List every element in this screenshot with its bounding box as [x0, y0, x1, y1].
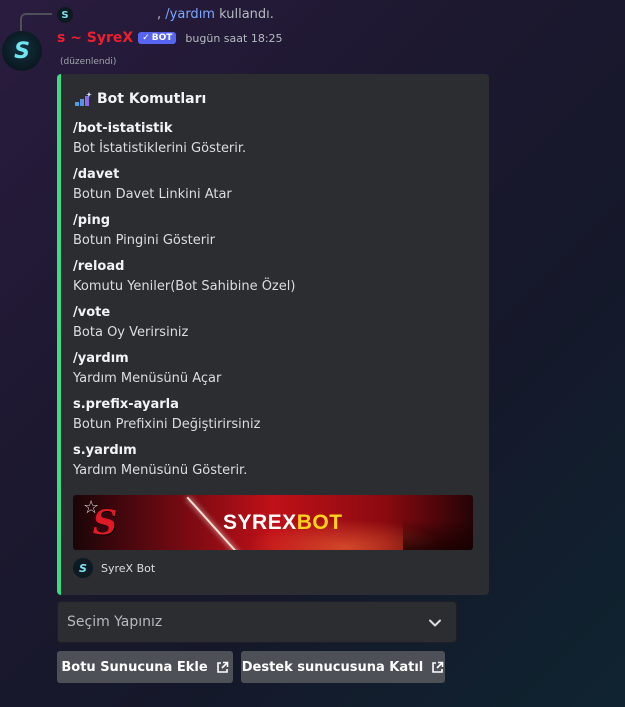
bot-badge: ✓ BOT — [138, 32, 177, 44]
sparkle-stairs-icon — [75, 92, 92, 106]
embed-footer: S SyreX Bot — [73, 558, 155, 578]
reply-suffix: kullandı. — [219, 7, 274, 22]
field-name: /reload — [73, 259, 125, 274]
embed-title-text: Bot Komutları — [97, 91, 207, 107]
field-name: /vote — [73, 305, 111, 320]
reply-command[interactable]: /yardım — [165, 7, 215, 22]
check-icon: ✓ — [142, 33, 150, 43]
footer-icon: S — [73, 558, 93, 578]
embed-field: /davet Botun Davet Linkini Atar — [73, 167, 232, 203]
field-name: /yardım — [73, 351, 129, 366]
external-link-icon — [216, 661, 228, 673]
embed: Bot Komutları /bot-istatistik Bot İstati… — [57, 74, 489, 595]
reply-avatar[interactable]: S — [57, 7, 73, 23]
field-name: s.prefix-ayarla — [73, 397, 179, 412]
field-value: Komutu Yeniler(Bot Sahibine Özel) — [73, 279, 296, 294]
embed-field: s.prefix-ayarla Botun Prefixini Değiştir… — [73, 397, 260, 433]
field-value: Botun Prefixini Değiştirirsiniz — [73, 417, 261, 432]
field-name: s.yardım — [73, 443, 137, 458]
reply-context: , /yardım kullandı. — [157, 7, 274, 22]
join-support-button[interactable]: Destek sunucusuna Katıl — [241, 651, 445, 683]
banner-text-accent: BOT — [296, 511, 343, 534]
field-value: Botun Davet Linkini Atar — [73, 187, 232, 202]
username[interactable]: s ~ SyreX — [57, 30, 133, 46]
banner-logo: S — [92, 503, 118, 543]
field-name: /bot-istatistik — [73, 121, 173, 136]
edited-label: (düzenlendi) — [60, 57, 117, 67]
select-menu[interactable]: Seçim Yapınız — [57, 601, 457, 643]
embed-field: /ping Botun Pingini Gösterir — [73, 213, 215, 249]
bot-badge-label: BOT — [151, 33, 173, 43]
reply-connector — [20, 13, 52, 31]
select-placeholder: Seçim Yapınız — [67, 614, 163, 630]
banner-text: SYREXBOT — [223, 511, 343, 535]
embed-field: /reload Komutu Yeniler(Bot Sahibine Özel… — [73, 259, 295, 295]
embed-title: Bot Komutları — [73, 91, 206, 107]
field-value: Botun Pingini Gösterir — [73, 233, 216, 248]
external-link-icon — [432, 661, 444, 673]
embed-field: /yardım Yardım Menüsünü Açar — [73, 351, 221, 387]
footer-text: SyreX Bot — [101, 561, 156, 575]
avatar[interactable]: S — [2, 31, 42, 71]
banner-text-main: SYREX — [223, 511, 297, 534]
message-header: s ~ SyreX ✓ BOT bugün saat 18:25 — [57, 30, 283, 46]
timestamp[interactable]: bugün saat 18:25 — [185, 32, 282, 45]
field-value: Bota Oy Verirsiniz — [73, 325, 189, 340]
banner-trees — [403, 520, 473, 550]
join-support-button-label: Destek sunucusuna Katıl — [241, 659, 424, 675]
add-bot-button-label: Botu Sunucuna Ekle — [61, 659, 208, 675]
embed-field: /bot-istatistik Bot İstatistiklerini Gös… — [73, 121, 246, 157]
field-value: Yardım Menüsünü Gösterir. — [73, 463, 248, 478]
embed-field: s.yardım Yardım Menüsünü Gösterir. — [73, 443, 247, 479]
field-value: Bot İstatistiklerini Gösterir. — [73, 141, 247, 156]
reply-separator: , — [157, 7, 162, 22]
field-value: Yardım Menüsünü Açar — [73, 371, 222, 386]
embed-banner-image[interactable]: ☆ S SYREXBOT — [73, 495, 473, 550]
chevron-down-icon — [429, 619, 441, 627]
field-name: /davet — [73, 167, 120, 182]
add-bot-button[interactable]: Botu Sunucuna Ekle — [57, 651, 233, 683]
embed-field: /vote Bota Oy Verirsiniz — [73, 305, 188, 341]
field-name: /ping — [73, 213, 111, 228]
